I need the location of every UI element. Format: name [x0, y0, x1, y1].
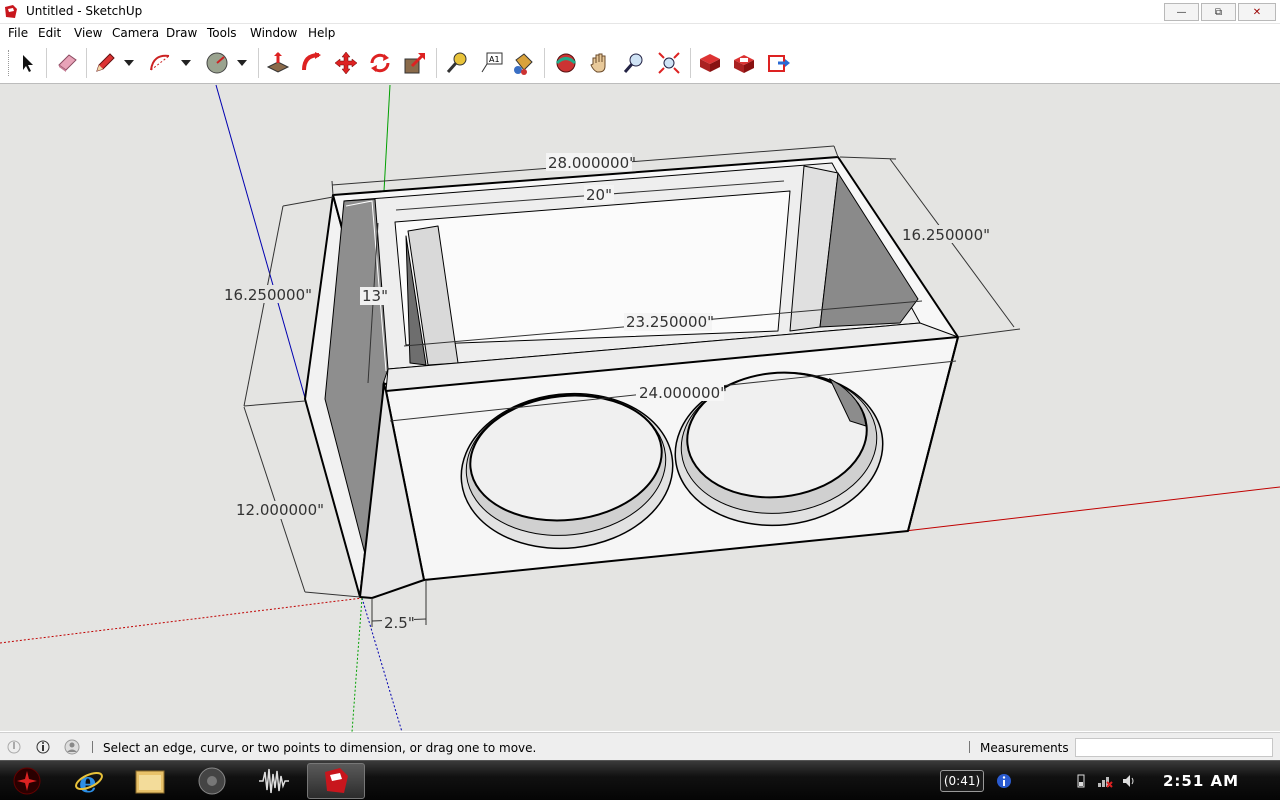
dim-height: 12.000000"	[236, 501, 324, 519]
menu-help[interactable]: Help	[308, 26, 335, 40]
dim-depth-right: 16.250000"	[902, 226, 990, 244]
follow-me-tool-icon[interactable]	[297, 47, 327, 79]
status-separator	[92, 741, 93, 753]
circle-tool-icon[interactable]	[202, 47, 232, 79]
tape-measure-tool-icon[interactable]	[442, 47, 472, 79]
internet-explorer-icon[interactable]: e	[60, 763, 118, 799]
get-models-icon[interactable]	[695, 47, 725, 79]
network-icon[interactable]	[1097, 773, 1113, 789]
dim-length-top: 28.000000"	[548, 154, 636, 172]
sketchup-icon	[5, 5, 17, 18]
toolbar-separator	[86, 48, 87, 78]
toolbar-separator	[258, 48, 259, 78]
model-canvas[interactable]: 28.000000" 20" 16.250000" 16.250000" 13"…	[0, 84, 1280, 733]
red-axis	[904, 486, 1280, 532]
restore-button[interactable]: ⧉	[1201, 3, 1236, 21]
orbit-tool-icon[interactable]	[551, 47, 581, 79]
toolbar-separator	[544, 48, 545, 78]
media-player-icon[interactable]	[183, 763, 241, 799]
zoom-tool-icon[interactable]	[619, 47, 649, 79]
file-explorer-icon[interactable]	[121, 763, 179, 799]
battery-time[interactable]: (0:41)	[940, 770, 984, 792]
user-sign-in-icon[interactable]	[64, 739, 80, 755]
status-hint: Select an edge, curve, or two points to …	[103, 741, 537, 755]
audio-editor-icon[interactable]	[245, 763, 303, 799]
status-separator	[969, 741, 970, 753]
measurements-input[interactable]	[1075, 738, 1273, 757]
menu-camera[interactable]: Camera	[112, 26, 159, 40]
menu-bar: File Edit View Camera Draw Tools Window …	[0, 24, 1280, 44]
taskbar-clock[interactable]: 2:51 AM	[1163, 772, 1239, 790]
geolocation-icon[interactable]	[6, 739, 22, 755]
move-tool-icon[interactable]	[331, 47, 361, 79]
status-bar: Select an edge, curve, or two points to …	[0, 732, 1280, 760]
menu-draw[interactable]: Draw	[166, 26, 197, 40]
info-icon[interactable]	[996, 773, 1012, 789]
scale-tool-icon[interactable]	[400, 47, 430, 79]
eraser-tool-icon[interactable]	[52, 47, 82, 79]
menu-window[interactable]: Window	[250, 26, 297, 40]
minimize-icon: —	[1176, 6, 1187, 18]
subwoofer-box[interactable]	[304, 156, 959, 599]
pencil-dropdown-chevron-down-icon[interactable]	[118, 47, 140, 79]
arc-dropdown-chevron-down-icon[interactable]	[175, 47, 197, 79]
zoom-extents-tool-icon[interactable]	[654, 47, 684, 79]
dim-depth-left: 16.250000"	[224, 286, 312, 304]
dim-front-length: 24.000000"	[639, 384, 727, 402]
text-tool-icon[interactable]: A1	[477, 47, 507, 79]
dim-inner-width: 20"	[586, 186, 612, 204]
battery-icon[interactable]	[1073, 773, 1089, 789]
window-title: Untitled - SketchUp	[26, 4, 143, 18]
sketchup-icon[interactable]	[307, 763, 365, 799]
red-axis-negative	[0, 597, 363, 644]
model-viewport[interactable]: 28.000000" 20" 16.250000" 16.250000" 13"…	[0, 83, 1280, 733]
arc-tool-icon[interactable]	[145, 47, 175, 79]
restore-icon: ⧉	[1214, 6, 1223, 18]
toolbar-separator	[690, 48, 691, 78]
measurements-label: Measurements	[980, 741, 1069, 755]
minimize-button[interactable]: —	[1164, 3, 1199, 21]
start-orb-icon[interactable]	[2, 763, 52, 799]
pencil-tool-icon[interactable]	[90, 47, 120, 79]
green-axis-negative	[351, 597, 363, 733]
green-axis	[383, 84, 391, 192]
send-to-layout-icon[interactable]	[764, 47, 794, 79]
menu-view[interactable]: View	[74, 26, 102, 40]
toolbar-separator	[436, 48, 437, 78]
title-bar: Untitled - SketchUp — ⧉ ✕	[0, 0, 1280, 24]
taskbar: e (0:41) 2:51 AM	[0, 760, 1280, 800]
dim-inner-height: 13"	[362, 287, 388, 305]
credits-info-icon[interactable]	[35, 739, 51, 755]
push-pull-tool-icon[interactable]	[263, 47, 293, 79]
toolbar-separator	[46, 48, 47, 78]
svg-text:A1: A1	[489, 55, 500, 64]
dim-inner-length: 23.250000"	[626, 313, 714, 331]
svg-text:e: e	[79, 766, 97, 797]
pan-tool-icon[interactable]	[585, 47, 615, 79]
close-icon: ✕	[1252, 6, 1262, 18]
volume-icon[interactable]	[1121, 773, 1137, 789]
share-model-icon[interactable]	[729, 47, 759, 79]
rotate-tool-icon[interactable]	[365, 47, 395, 79]
paint-bucket-tool-icon[interactable]	[508, 47, 538, 79]
menu-tools[interactable]: Tools	[207, 26, 237, 40]
menu-edit[interactable]: Edit	[38, 26, 61, 40]
menu-file[interactable]: File	[8, 26, 28, 40]
select-tool-icon[interactable]	[12, 47, 42, 79]
toolbar-grip[interactable]	[8, 50, 10, 76]
circle-dropdown-chevron-down-icon[interactable]	[231, 47, 253, 79]
close-button[interactable]: ✕	[1238, 3, 1276, 21]
dim-panel-thickness: 2.5"	[384, 614, 415, 632]
